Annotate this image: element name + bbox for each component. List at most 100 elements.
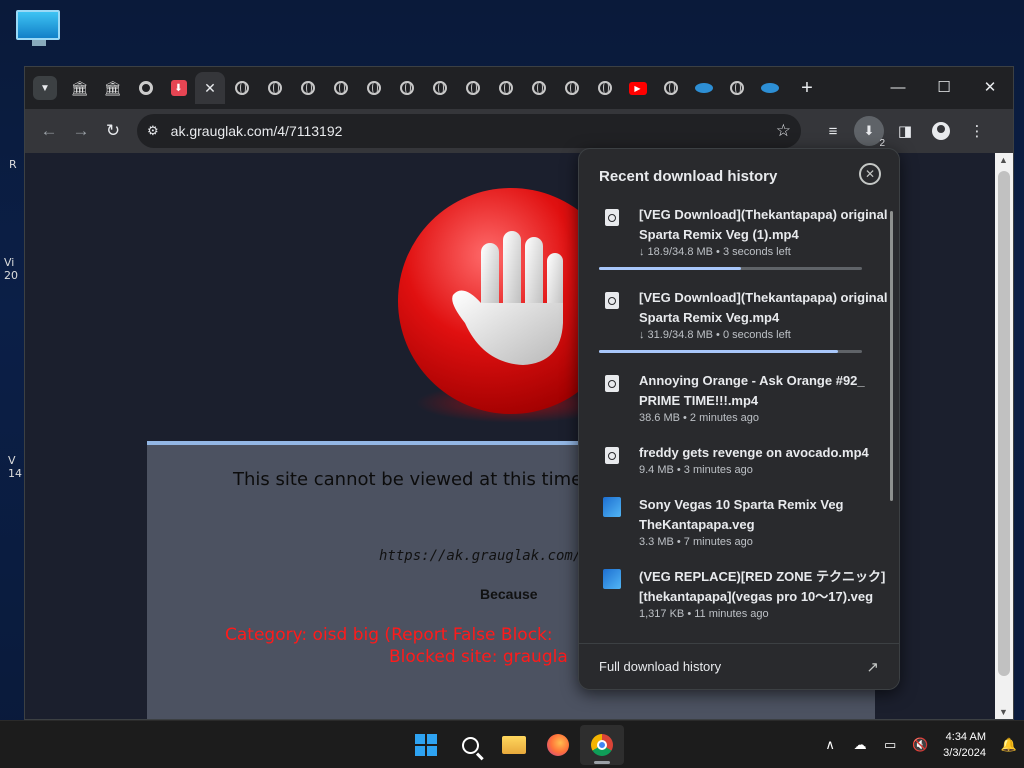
youtube-favicon-icon: ▶ xyxy=(628,81,647,95)
tab[interactable] xyxy=(129,72,162,104)
clock[interactable]: 4:34 AM 3/3/2024 xyxy=(935,729,994,761)
monitor-icon: ▭ xyxy=(884,737,897,752)
new-tab-button[interactable]: + xyxy=(792,77,822,100)
tab[interactable] xyxy=(324,72,357,104)
search-button[interactable] xyxy=(448,725,492,765)
download-item[interactable]: [VEG Download](Thekantapapa) original Sp… xyxy=(579,203,889,286)
download-item[interactable]: [VEG Download](Thekantapapa) original Sp… xyxy=(579,286,889,369)
display-tray-icon[interactable]: ▭ xyxy=(875,725,905,765)
full-history-label: Full download history xyxy=(599,659,722,674)
tab[interactable] xyxy=(489,72,522,104)
museum-favicon-icon: 🏛 xyxy=(103,79,122,96)
download-bubble-title: Recent download history xyxy=(599,167,778,185)
download-status: 3.3 MB • 7 minutes ago xyxy=(639,536,753,548)
download-filename: [VEG Download](Thekantapapa) original Sp… xyxy=(639,290,888,325)
tab[interactable] xyxy=(423,72,456,104)
forward-button[interactable]: → xyxy=(65,115,97,147)
notifications-button[interactable]: 🔔 xyxy=(994,725,1024,765)
globe-favicon-icon xyxy=(597,81,612,95)
tab[interactable] xyxy=(456,72,489,104)
side-panel-button[interactable]: ◨ xyxy=(887,115,923,147)
volume-tray-icon[interactable]: 🔇 xyxy=(905,725,935,765)
tab[interactable] xyxy=(225,72,258,104)
globe-favicon-icon xyxy=(465,81,480,95)
tab-search-button[interactable]: ▼ xyxy=(33,76,57,100)
chrome-favicon-icon xyxy=(138,81,153,95)
arrow-right-icon: → xyxy=(72,121,90,140)
clock-time: 4:34 AM xyxy=(945,731,986,743)
chrome-taskbar-button[interactable] xyxy=(580,725,624,765)
tab[interactable] xyxy=(687,72,720,104)
download-progress-fill xyxy=(599,267,742,270)
vegas-file-icon xyxy=(603,569,621,589)
tab[interactable] xyxy=(390,72,423,104)
taskbar: ∧ ☁ ▭ 🔇 4:34 AM 3/3/2024 🔔 xyxy=(0,720,1024,768)
tab[interactable] xyxy=(357,72,390,104)
bookmark-star-icon[interactable]: ☆ xyxy=(776,121,791,141)
downloads-button[interactable]: ⬇ 2 xyxy=(851,115,887,149)
tab[interactable] xyxy=(654,72,687,104)
system-tray: ∧ ☁ ▭ 🔇 4:34 AM 3/3/2024 🔔 xyxy=(815,721,1024,768)
tab-close-icon[interactable]: ✕ xyxy=(204,80,216,97)
globe-favicon-icon xyxy=(729,81,744,95)
because-label: Because xyxy=(480,586,538,602)
network-tray-icon[interactable]: ☁ xyxy=(845,725,875,765)
reload-button[interactable]: ↻ xyxy=(97,115,129,147)
page-scrollbar[interactable]: ▲ ▼ xyxy=(995,153,1013,719)
close-icon: ✕ xyxy=(864,167,876,181)
tab[interactable]: 🏛 xyxy=(63,72,96,104)
minimize-button[interactable]: — xyxy=(875,67,921,107)
media-controls-button[interactable]: ≡ xyxy=(815,115,851,147)
tab[interactable] xyxy=(522,72,555,104)
download-bubble: Recent download history ✕ [VEG Download]… xyxy=(578,148,900,690)
tab[interactable]: 🏛 xyxy=(96,72,129,104)
globe-favicon-icon xyxy=(432,81,447,95)
tab[interactable] xyxy=(555,72,588,104)
show-hidden-icons-button[interactable]: ∧ xyxy=(815,725,845,765)
address-bar[interactable]: ⚙ ak.grauglak.com/4/7113192 ☆ xyxy=(137,114,801,148)
download-item[interactable]: freddy gets revenge on avocado.mp4 9.4 M… xyxy=(579,441,889,493)
tab[interactable] xyxy=(588,72,621,104)
tab[interactable] xyxy=(753,72,786,104)
back-button[interactable]: ← xyxy=(33,115,65,147)
close-bubble-button[interactable]: ✕ xyxy=(859,163,881,185)
file-explorer-button[interactable] xyxy=(492,725,536,765)
download-item[interactable]: (VEG REPLACE)[RED ZONE テクニック][thekantapa… xyxy=(579,565,889,637)
scroll-thumb[interactable] xyxy=(998,171,1010,676)
download-item[interactable]: Annoying Orange - Ask Orange #92_ PRIME … xyxy=(579,369,889,441)
menu-button[interactable]: ⋮ xyxy=(959,115,995,147)
scroll-down-icon[interactable]: ▼ xyxy=(999,707,1008,717)
firefox-button[interactable] xyxy=(536,725,580,765)
hand-stop-icon xyxy=(452,231,563,365)
globe-favicon-icon xyxy=(234,81,249,95)
maximize-button[interactable]: ☐ xyxy=(921,67,967,107)
tab-active[interactable]: ✕ xyxy=(195,72,225,104)
url-text[interactable]: ak.grauglak.com/4/7113192 xyxy=(171,123,776,139)
scroll-up-icon[interactable]: ▲ xyxy=(999,155,1008,165)
download-progress-icon: ⬇ xyxy=(863,123,875,138)
download-item[interactable]: Sony Vegas 10 Sparta Remix Veg TheKantap… xyxy=(579,493,889,565)
download-status: 1,317 KB • 11 minutes ago xyxy=(639,608,769,620)
profile-button[interactable] xyxy=(923,115,959,147)
tab[interactable] xyxy=(720,72,753,104)
tab[interactable]: ▶ xyxy=(621,72,654,104)
start-button[interactable] xyxy=(404,725,448,765)
this-pc-desktop-icon[interactable] xyxy=(16,10,62,50)
tab[interactable] xyxy=(291,72,324,104)
museum-favicon-icon: 🏛 xyxy=(70,79,89,96)
speaker-muted-icon: 🔇 xyxy=(912,737,929,752)
download-filename: freddy gets revenge on avocado.mp4 xyxy=(639,445,869,460)
chrome-icon xyxy=(591,734,613,756)
arrow-left-icon: ← xyxy=(40,121,58,140)
close-window-button[interactable]: ✕ xyxy=(967,67,1013,107)
full-history-link[interactable]: Full download history ↗ xyxy=(579,643,899,689)
download-status: ↓ 31.9/34.8 MB • 0 seconds left xyxy=(639,329,791,341)
globe-favicon-icon xyxy=(531,81,546,95)
download-status: 38.6 MB • 2 minutes ago xyxy=(639,412,760,424)
desktop-label-fragment: V 14 xyxy=(8,454,22,480)
block-title: This site cannot be viewed at this time. xyxy=(233,469,588,490)
tab[interactable]: ⬇ xyxy=(162,72,195,104)
site-info-icon[interactable]: ⚙ xyxy=(147,123,159,139)
download-list-scrollbar[interactable] xyxy=(890,211,893,501)
tab[interactable] xyxy=(258,72,291,104)
